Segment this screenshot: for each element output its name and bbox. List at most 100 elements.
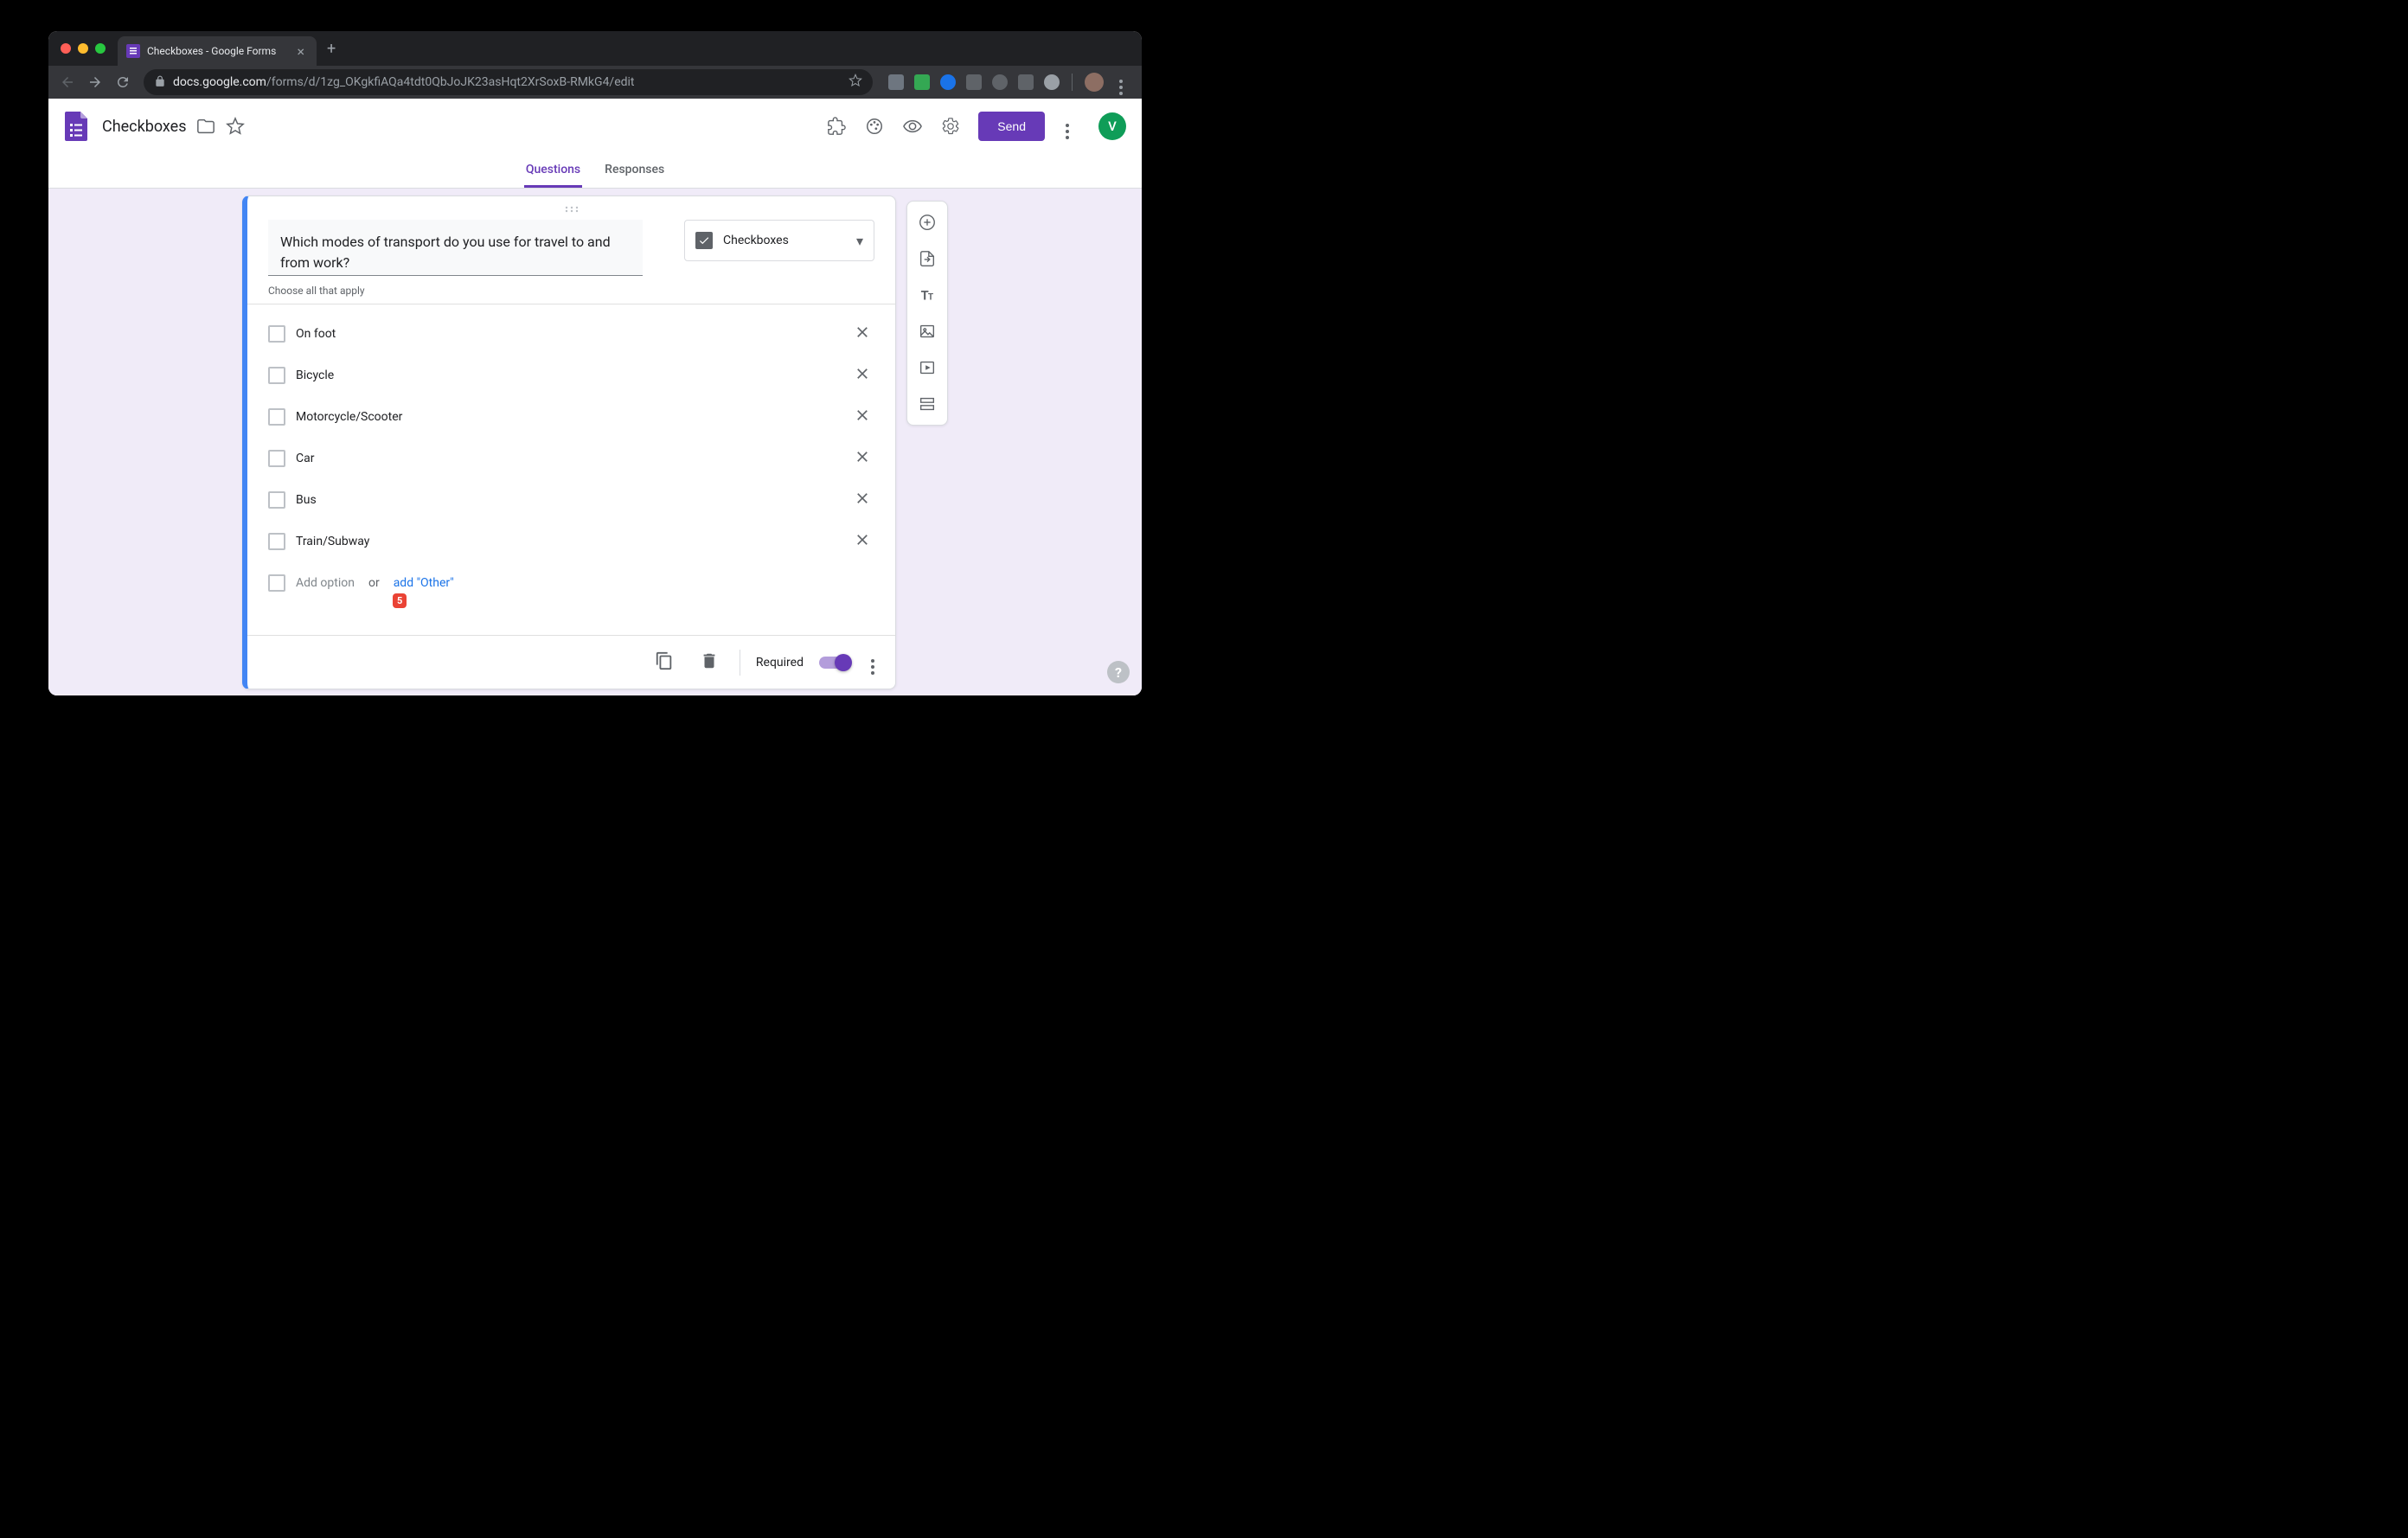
maximize-window-button[interactable] [95, 43, 106, 54]
form-title[interactable]: Checkboxes [102, 118, 187, 136]
url-text: docs.google.com/forms/d/1zg_OKgkfiAQa4td… [173, 75, 842, 89]
option-label[interactable]: Car [296, 448, 840, 470]
delete-icon[interactable] [695, 646, 724, 679]
extension-icon[interactable] [1018, 74, 1034, 90]
checkbox-icon [268, 450, 285, 467]
app-content: Checkboxes Send V Questions Responses [48, 99, 1142, 695]
remove-option-button[interactable] [850, 320, 874, 348]
tab-title: Checkboxes - Google Forms [147, 45, 286, 57]
form-canvas: Which modes of transport do you use for … [48, 189, 1142, 695]
chrome-profile-avatar[interactable] [1085, 73, 1104, 92]
extension-icon[interactable] [992, 74, 1008, 90]
dropdown-arrow-icon: ▾ [856, 233, 863, 249]
browser-window: Checkboxes - Google Forms × + docs.googl… [48, 31, 1142, 695]
checkbox-placeholder-icon [268, 574, 285, 592]
floating-toolbar: TT [906, 201, 948, 426]
address-bar[interactable]: docs.google.com/forms/d/1zg_OKgkfiAQa4td… [144, 69, 873, 95]
question-type-label: Checkboxes [723, 234, 846, 247]
question-card[interactable]: Which modes of transport do you use for … [242, 195, 896, 689]
form-tabs: Questions Responses [48, 154, 1142, 189]
theme-icon[interactable] [864, 116, 885, 137]
extension-icon[interactable] [888, 74, 904, 90]
add-title-button[interactable]: TT [913, 281, 941, 309]
options-list: On foot Bicycle Motorcycle/Scooter Car Bus Tr… [247, 304, 895, 562]
header-actions: Send V [826, 112, 1126, 141]
option-row[interactable]: Train/Subway [268, 521, 874, 562]
import-questions-button[interactable] [913, 245, 941, 272]
option-row[interactable]: On foot [268, 313, 874, 355]
add-option-row: Add option or add "Other" 5 [268, 562, 874, 604]
minimize-window-button[interactable] [78, 43, 88, 54]
forms-logo-icon[interactable] [64, 112, 88, 141]
duplicate-icon[interactable] [650, 646, 679, 679]
option-label[interactable]: Motorcycle/Scooter [296, 407, 840, 428]
app-header: Checkboxes Send V [48, 99, 1142, 154]
option-label[interactable]: On foot [296, 324, 840, 345]
settings-icon[interactable] [940, 116, 961, 137]
addons-icon[interactable] [826, 116, 847, 137]
question-description[interactable]: Choose all that apply [247, 279, 895, 304]
remove-option-button[interactable] [850, 362, 874, 389]
add-option-button[interactable]: Add option [296, 576, 355, 590]
back-button[interactable] [55, 70, 80, 94]
checkbox-icon [268, 367, 285, 384]
remove-option-button[interactable] [850, 403, 874, 431]
folder-icon[interactable] [195, 116, 216, 137]
extension-icons [881, 70, 1135, 95]
svg-text:T: T [928, 293, 934, 303]
notification-badge: 5 [393, 593, 407, 608]
forms-favicon-icon [126, 44, 140, 58]
question-type-dropdown[interactable]: Checkboxes ▾ [684, 220, 874, 261]
remove-option-button[interactable] [850, 486, 874, 514]
add-question-button[interactable] [913, 208, 941, 236]
help-button[interactable]: ? [1107, 661, 1130, 683]
option-label[interactable]: Train/Subway [296, 531, 840, 553]
checkbox-icon [268, 408, 285, 426]
tab-responses[interactable]: Responses [603, 163, 666, 188]
new-tab-button[interactable]: + [317, 40, 346, 58]
forward-button[interactable] [83, 70, 107, 94]
option-row[interactable]: Bicycle [268, 355, 874, 396]
drag-handle-icon[interactable] [247, 196, 895, 220]
add-other-button[interactable]: add "Other" [394, 576, 454, 590]
question-footer: Required [247, 635, 895, 689]
option-row[interactable]: Motorcycle/Scooter [268, 396, 874, 438]
browser-tab[interactable]: Checkboxes - Google Forms × [118, 36, 317, 66]
option-row[interactable]: Car [268, 438, 874, 479]
add-image-button[interactable] [913, 317, 941, 345]
window-controls [48, 43, 118, 54]
more-menu-button[interactable] [1062, 114, 1073, 139]
browser-toolbar: docs.google.com/forms/d/1zg_OKgkfiAQa4td… [48, 66, 1142, 99]
send-button[interactable]: Send [978, 112, 1045, 141]
add-section-button[interactable] [913, 390, 941, 418]
reload-button[interactable] [111, 70, 135, 94]
extension-icon[interactable] [914, 74, 930, 90]
checkbox-icon [268, 533, 285, 550]
browser-tab-strip: Checkboxes - Google Forms × + [48, 31, 1142, 66]
star-icon[interactable] [225, 116, 246, 137]
close-window-button[interactable] [61, 43, 71, 54]
close-tab-button[interactable]: × [293, 43, 308, 60]
add-option-or-text: or [368, 576, 380, 590]
question-title-input[interactable]: Which modes of transport do you use for … [268, 220, 643, 276]
remove-option-button[interactable] [850, 445, 874, 472]
checkbox-icon [268, 325, 285, 343]
add-video-button[interactable] [913, 354, 941, 381]
option-label[interactable]: Bus [296, 490, 840, 511]
required-toggle[interactable] [819, 657, 850, 669]
extension-icon[interactable] [966, 74, 982, 90]
checkbox-icon [268, 491, 285, 509]
option-row[interactable]: Bus [268, 479, 874, 521]
preview-icon[interactable] [902, 116, 923, 137]
question-title-text: Which modes of transport do you use for … [280, 232, 631, 273]
tab-questions[interactable]: Questions [524, 163, 582, 188]
extension-icon[interactable] [940, 74, 956, 90]
bookmark-star-icon[interactable] [849, 74, 862, 91]
remove-option-button[interactable] [850, 528, 874, 555]
user-avatar[interactable]: V [1098, 112, 1126, 140]
extension-icon[interactable] [1044, 74, 1060, 90]
chrome-menu-button[interactable] [1114, 70, 1128, 95]
question-more-button[interactable] [866, 644, 880, 680]
option-label[interactable]: Bicycle [296, 365, 840, 387]
required-label: Required [756, 656, 804, 670]
